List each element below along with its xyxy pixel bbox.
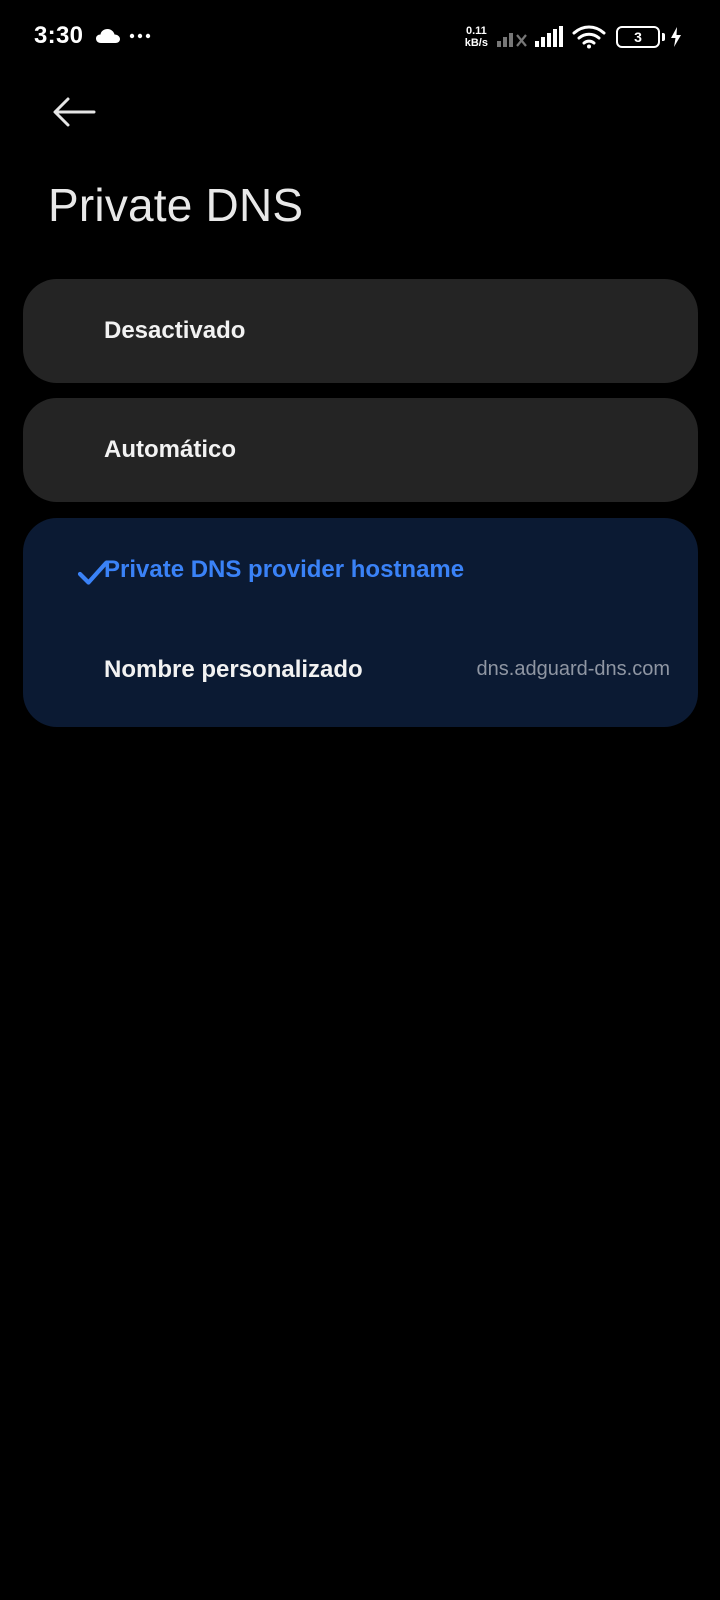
custom-hostname-label: Nombre personalizado: [104, 656, 363, 683]
bolt-icon: [671, 27, 681, 47]
battery-tip: [662, 33, 665, 41]
back-button[interactable]: [48, 92, 100, 132]
signal-no-service-icon: [497, 33, 527, 47]
signal-icon: [535, 26, 563, 47]
battery-level: 3: [634, 29, 642, 45]
network-speed: 0.11 kB/s: [465, 25, 488, 49]
status-right: 0.11 kB/s 3: [465, 22, 682, 52]
wifi-icon: [572, 25, 606, 49]
clock: 3:30: [34, 22, 84, 49]
network-speed-unit: kB/s: [464, 37, 488, 49]
arrow-left-icon: [53, 97, 96, 127]
private-dns-screen: 3:30 0.11 kB/s 3 Private DNS Desactivado…: [0, 0, 720, 1600]
option-hostname-label: Private DNS provider hostname: [104, 556, 465, 583]
network-speed-value: 0.11: [465, 25, 487, 37]
option-hostname[interactable]: Private DNS provider hostname Nombre per…: [23, 518, 698, 727]
option-automatic[interactable]: Automático: [23, 398, 698, 502]
status-left: 3:30: [34, 20, 151, 52]
custom-hostname-value: dns.adguard-dns.com: [476, 658, 670, 680]
custom-hostname-row[interactable]: Nombre personalizado dns.adguard-dns.com: [23, 624, 698, 714]
option-off[interactable]: Desactivado: [23, 279, 698, 383]
option-automatic-label: Automático: [104, 436, 236, 463]
more-dots-icon: [130, 33, 151, 39]
page-title: Private DNS: [48, 179, 304, 231]
cloud-icon: [96, 29, 121, 43]
status-bar: 3:30 0.11 kB/s 3: [0, 0, 720, 72]
battery-icon: 3: [616, 26, 660, 48]
option-off-label: Desactivado: [104, 317, 246, 344]
